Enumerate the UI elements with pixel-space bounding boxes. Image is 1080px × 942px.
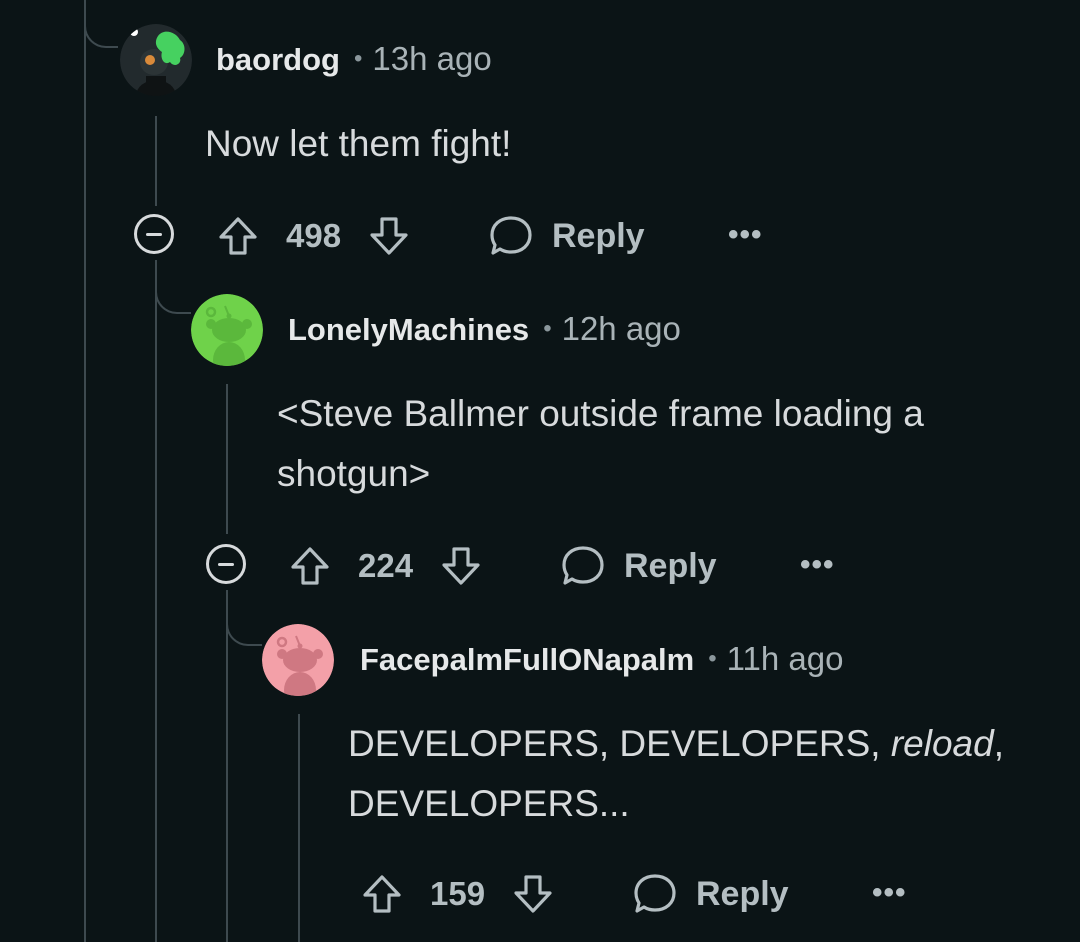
avatar[interactable] bbox=[191, 294, 263, 366]
comment-bubble-icon bbox=[490, 216, 532, 255]
comment-body-text: DEVELOPERS, DEVELOPERS, bbox=[348, 723, 891, 764]
comment-body-line: DEVELOPERS... bbox=[348, 783, 630, 824]
reply-label: Reply bbox=[624, 546, 717, 585]
comment-body-italic: reload bbox=[890, 723, 994, 764]
timestamp[interactable]: 12h ago bbox=[562, 310, 681, 348]
collapse-thread-button[interactable] bbox=[206, 544, 246, 584]
meta-separator: • bbox=[354, 45, 363, 72]
snoo-avatar-icon bbox=[262, 624, 334, 696]
thread-elbow-1 bbox=[84, 0, 118, 48]
avatar[interactable] bbox=[262, 624, 334, 696]
timestamp[interactable]: 11h ago bbox=[727, 640, 844, 678]
thread-line-level-2b bbox=[226, 590, 228, 942]
vote-count: 224 bbox=[358, 547, 414, 584]
vote-count: 498 bbox=[286, 217, 342, 254]
vote-count: 159 bbox=[430, 875, 486, 912]
avatar[interactable] bbox=[120, 24, 192, 96]
downvote-icon[interactable] bbox=[511, 872, 555, 916]
comment-bubble-icon bbox=[634, 874, 676, 913]
vote-bar: 224 bbox=[288, 540, 483, 592]
meta-separator: • bbox=[708, 645, 717, 672]
comment-body: <Steve Ballmer outside frame loading a s… bbox=[277, 384, 924, 504]
snoo-avatar-icon bbox=[120, 24, 192, 96]
comment-meta: FacepalmFullONapalm • 11h ago bbox=[360, 640, 843, 678]
downvote-icon[interactable] bbox=[367, 214, 411, 258]
comment-bubble-icon bbox=[562, 546, 604, 585]
vote-bar: 159 bbox=[360, 868, 555, 920]
reply-button[interactable]: Reply bbox=[632, 868, 789, 920]
meta-separator: • bbox=[543, 315, 552, 342]
more-options-icon[interactable]: ••• bbox=[800, 548, 835, 582]
reply-button[interactable]: Reply bbox=[488, 210, 645, 262]
username-link[interactable]: baordog bbox=[216, 42, 340, 78]
thread-line-level-3 bbox=[298, 714, 300, 942]
thread-line-level-1b bbox=[155, 260, 157, 942]
thread-line-root bbox=[84, 0, 86, 942]
more-options-icon[interactable]: ••• bbox=[728, 218, 763, 252]
snoo-avatar-icon bbox=[191, 294, 263, 366]
upvote-icon[interactable] bbox=[288, 544, 332, 588]
downvote-icon[interactable] bbox=[439, 544, 483, 588]
collapse-thread-button[interactable] bbox=[134, 214, 174, 254]
reply-label: Reply bbox=[552, 216, 645, 255]
thread-line-level-1 bbox=[155, 116, 157, 206]
username-link[interactable]: FacepalmFullONapalm bbox=[360, 642, 694, 678]
comment-meta: LonelyMachines • 12h ago bbox=[288, 310, 681, 348]
username-link[interactable]: LonelyMachines bbox=[288, 312, 529, 348]
reply-button[interactable]: Reply bbox=[560, 540, 717, 592]
comment-body: Now let them fight! bbox=[205, 114, 511, 174]
more-options-icon[interactable]: ••• bbox=[872, 876, 907, 910]
thread-elbow-2 bbox=[155, 260, 191, 314]
timestamp[interactable]: 13h ago bbox=[372, 40, 491, 78]
comment-body-text: , bbox=[993, 723, 1004, 764]
reply-label: Reply bbox=[696, 874, 789, 913]
thread-line-level-2 bbox=[226, 384, 228, 534]
comment-body-line: DEVELOPERS, DEVELOPERS, reload, bbox=[348, 714, 1004, 774]
upvote-icon[interactable] bbox=[360, 872, 404, 916]
comment-meta: baordog • 13h ago bbox=[216, 40, 492, 78]
vote-bar: 498 bbox=[216, 210, 411, 262]
comment-body: DEVELOPERS, DEVELOPERS, reload, DEVELOPE… bbox=[348, 714, 1004, 834]
comment-body-line: Now let them fight! bbox=[205, 123, 512, 164]
thread-elbow-3 bbox=[226, 590, 262, 646]
comment-body-line: shotgun> bbox=[277, 453, 431, 494]
comment-body-line: <Steve Ballmer outside frame loading a bbox=[277, 393, 924, 434]
upvote-icon[interactable] bbox=[216, 214, 260, 258]
